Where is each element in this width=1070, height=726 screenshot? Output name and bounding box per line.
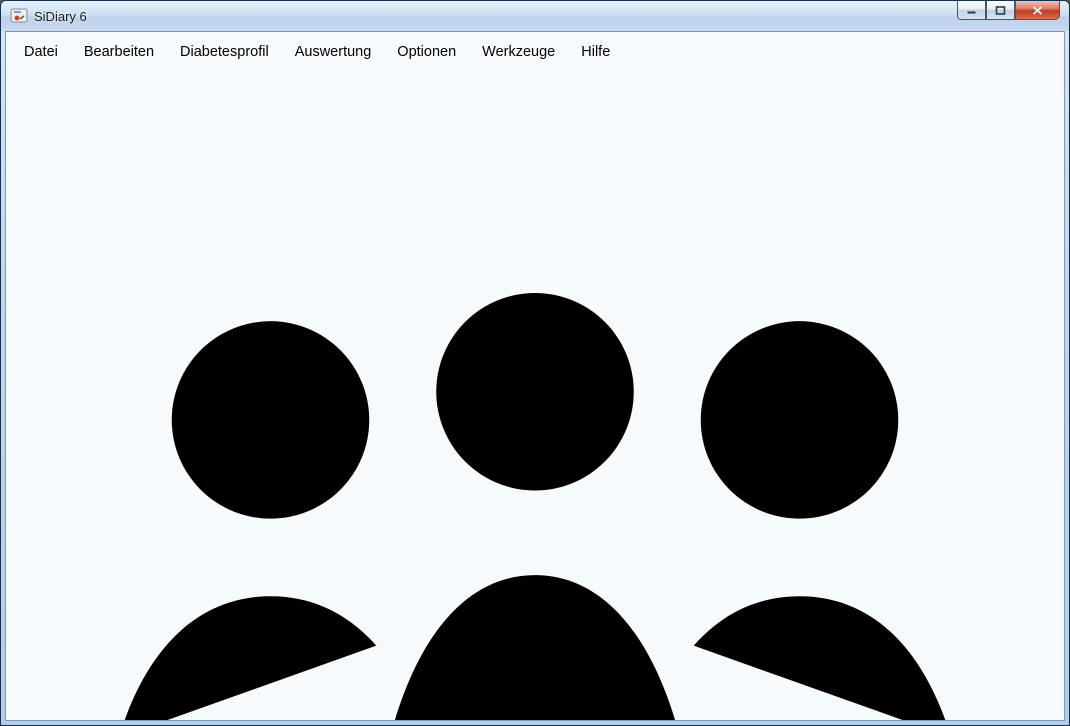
app-window: SiDiary 6 Datei Bearbeiten Diabetesprofi… (0, 0, 1070, 726)
toolbar (6, 32, 1064, 721)
menu-hilfe[interactable]: Hilfe (581, 44, 610, 60)
window-title: SiDiary 6 (34, 9, 87, 24)
title-bar: SiDiary 6 (1, 1, 1069, 31)
menu-diabetesprofil[interactable]: Diabetesprofil (180, 44, 269, 60)
menu-auswertung[interactable]: Auswertung (295, 44, 372, 60)
menu-werkzeuge[interactable]: Werkzeuge (482, 44, 555, 60)
window-content: Datei Bearbeiten Diabetesprofil Auswertu… (5, 31, 1065, 721)
maximize-button[interactable] (986, 1, 1015, 20)
menu-datei[interactable]: Datei (24, 44, 58, 60)
menu-optionen[interactable]: Optionen (397, 44, 456, 60)
users-icon[interactable] (6, 32, 1064, 721)
app-logo-icon (10, 8, 28, 24)
close-button[interactable] (1015, 1, 1060, 20)
menu-bar: Datei Bearbeiten Diabetesprofil Auswertu… (6, 38, 1064, 66)
menu-bearbeiten[interactable]: Bearbeiten (84, 44, 154, 60)
minimize-button[interactable] (957, 1, 986, 20)
